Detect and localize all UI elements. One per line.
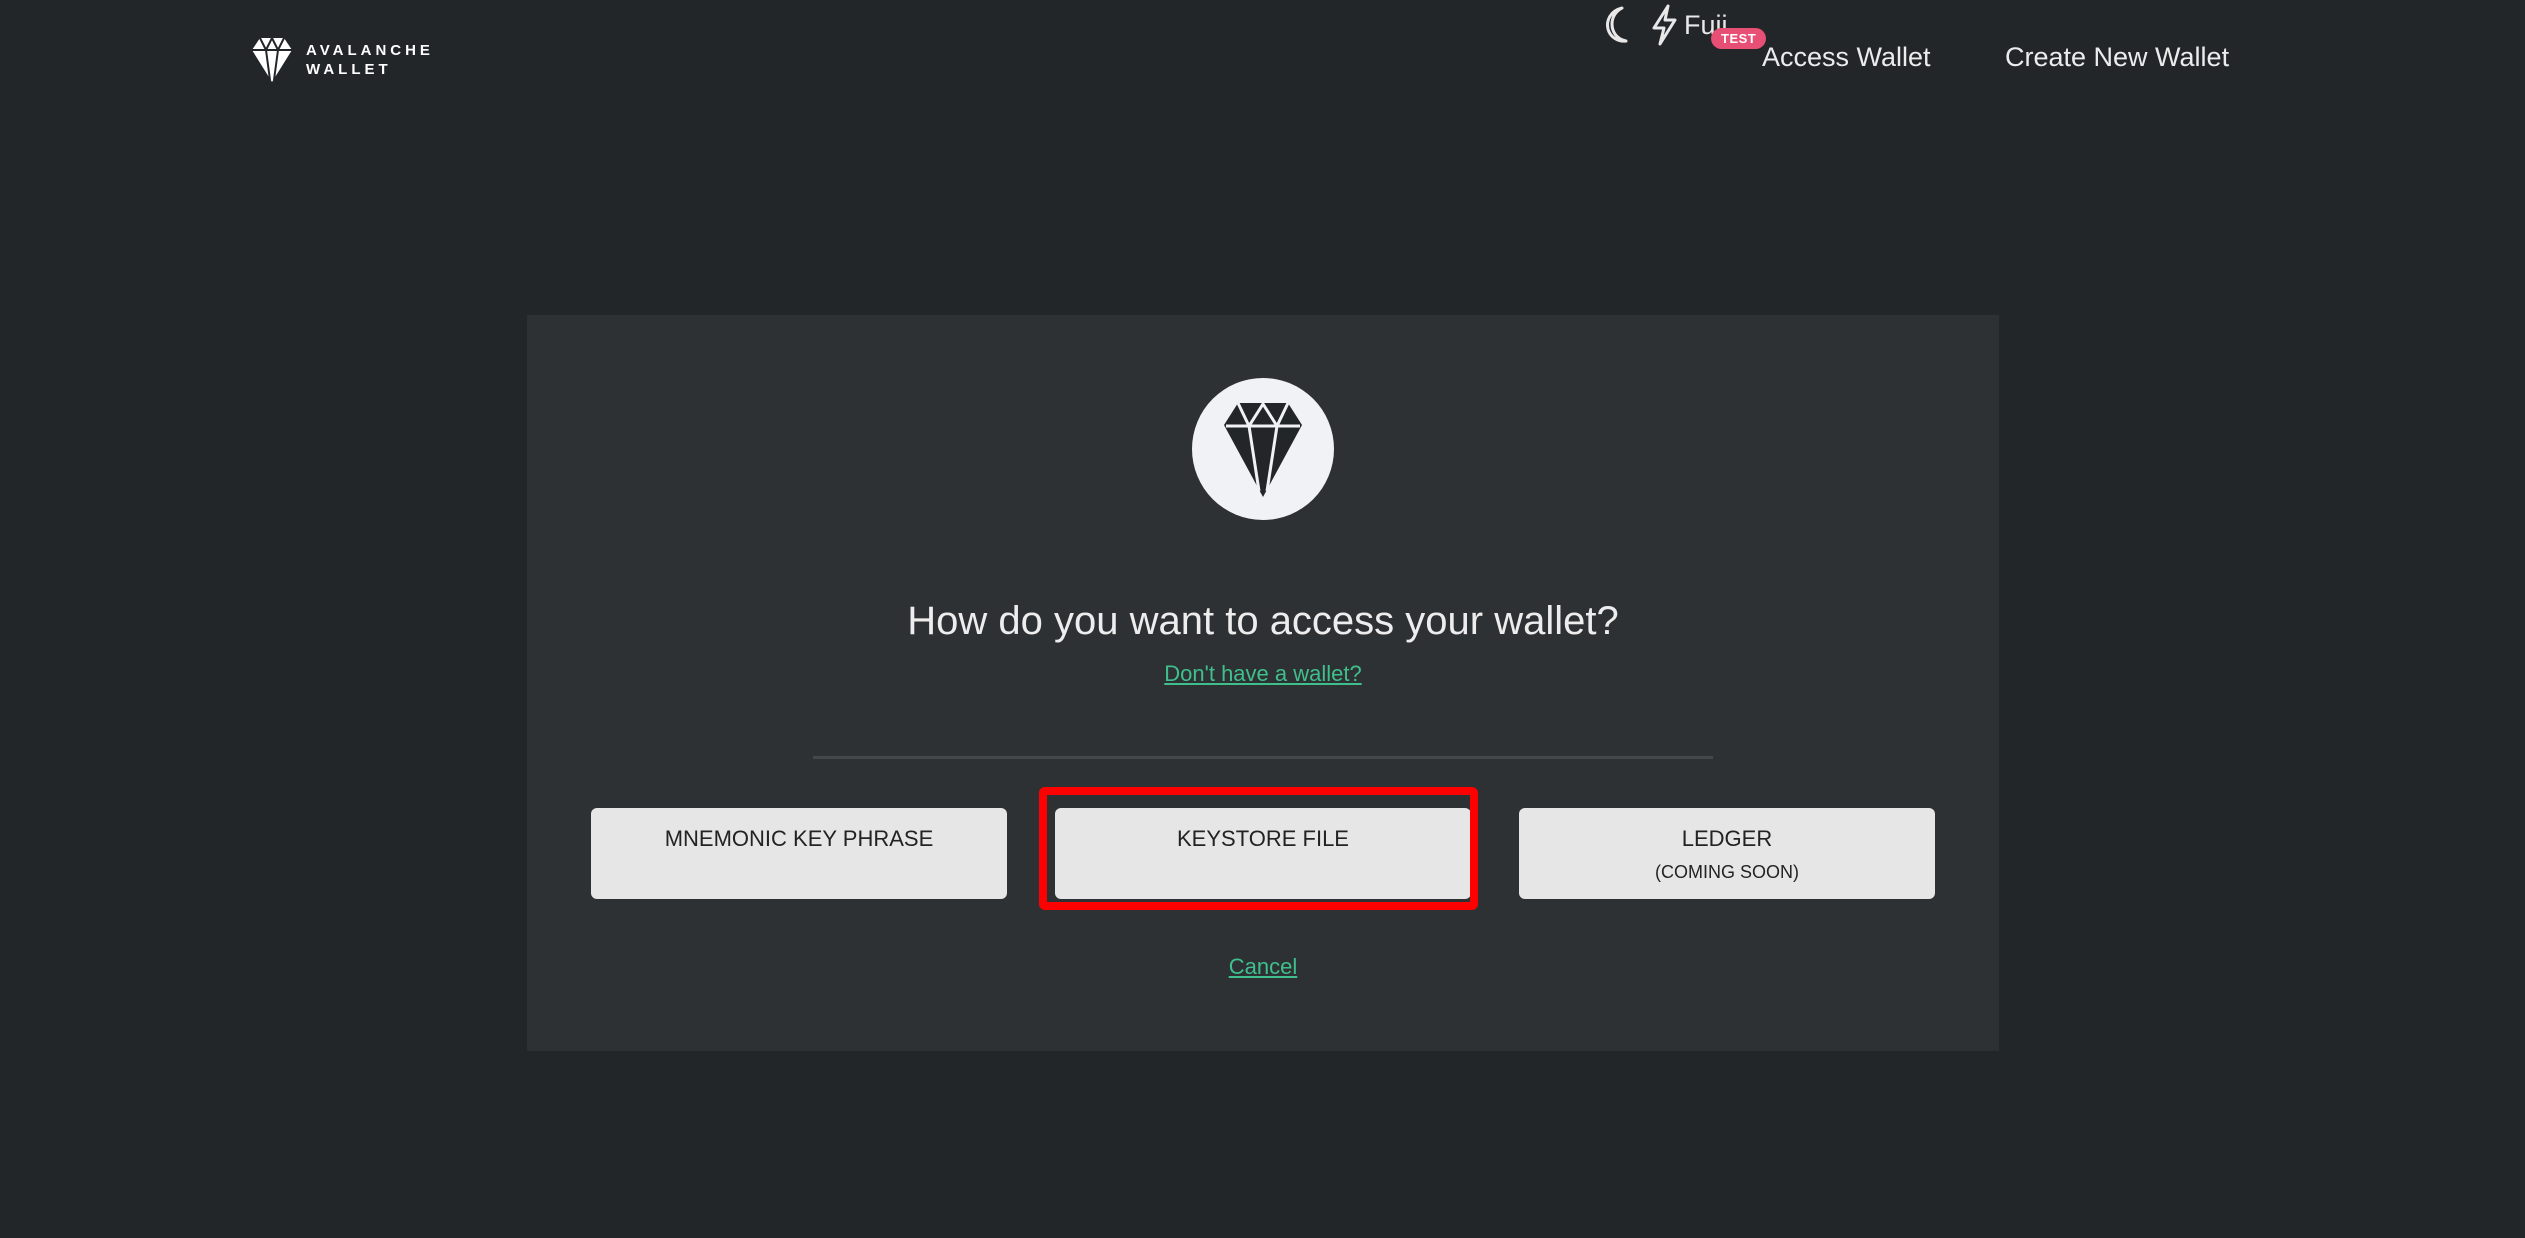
access-wallet-link[interactable]: Access Wallet [1762, 42, 1931, 73]
diamond-logo-icon [252, 36, 292, 82]
access-wallet-card: How do you want to access your wallet? D… [527, 315, 1999, 1051]
lightning-icon [1652, 4, 1677, 46]
no-wallet-link[interactable]: Don't have a wallet? [1164, 661, 1361, 686]
option-title: MNEMONIC KEY PHRASE [664, 826, 934, 851]
logo-line1: AVALANCHE [306, 42, 434, 59]
divider [813, 756, 1713, 759]
logo-line2: WALLET [306, 61, 392, 78]
diamond-icon [1224, 401, 1302, 497]
moon-icon [1606, 6, 1628, 43]
ledger-button[interactable]: LEDGER (COMING SOON) [1519, 808, 1935, 899]
keystore-file-button[interactable]: KEYSTORE FILE [1055, 808, 1471, 899]
option-subtitle: (COMING SOON) [1655, 862, 1799, 882]
theme-toggle[interactable] [1600, 0, 1630, 50]
option-title: LEDGER [1681, 826, 1773, 851]
cancel-link[interactable]: Cancel [1229, 954, 1297, 979]
mnemonic-key-phrase-button[interactable]: MNEMONIC KEY PHRASE [591, 808, 1007, 899]
page-title: How do you want to access your wallet? [907, 599, 1619, 643]
create-wallet-link[interactable]: Create New Wallet [2005, 42, 2229, 73]
network-test-badge: TEST [1711, 28, 1767, 49]
option-title: KEYSTORE FILE [1177, 826, 1349, 851]
wallet-emblem [1192, 378, 1334, 520]
logo[interactable]: AVALANCHE WALLET [252, 36, 434, 84]
